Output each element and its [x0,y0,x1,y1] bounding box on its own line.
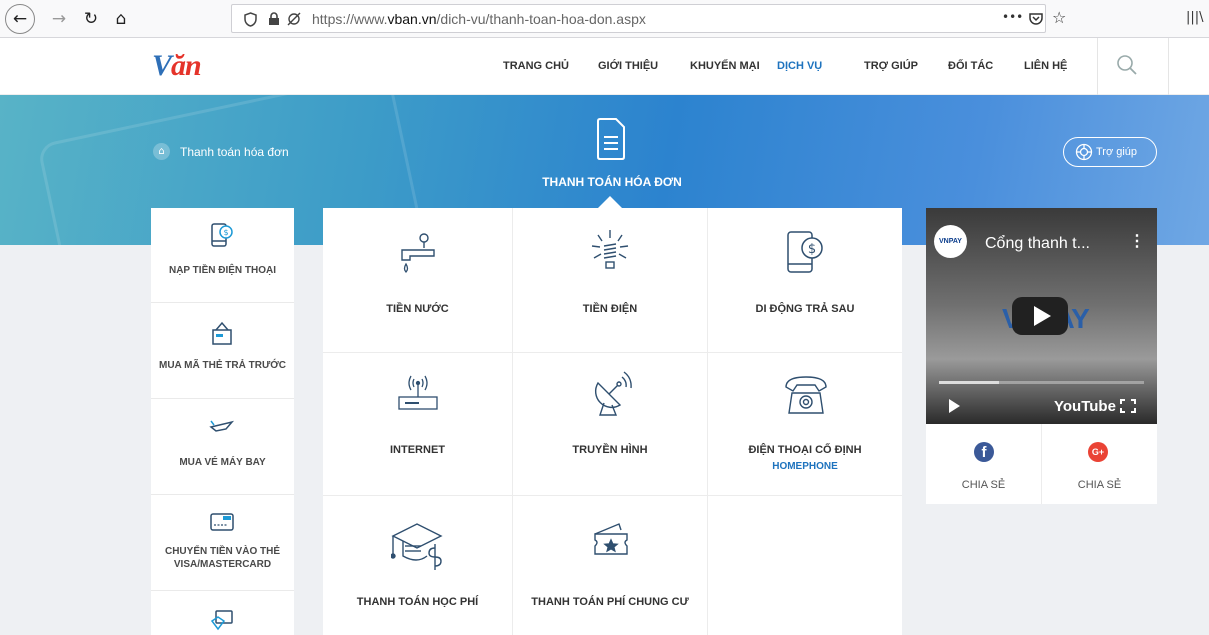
nav-trang-chu[interactable]: TRANG CHỦ [503,60,569,72]
telephone-icon [785,376,827,414]
shield-icon[interactable] [244,12,257,27]
graduation-cap-icon [391,523,443,570]
bookmark-star-icon[interactable]: ☆ [1052,8,1066,27]
service-truyen-hinh[interactable]: TRUYỀN HÌNH [513,353,708,496]
site-header: Văn TRANG CHỦ GIỚI THIỆU KHUYẾN MẠI DỊCH… [0,38,1209,95]
google-share-label[interactable]: CHIA SẺ [1042,479,1157,491]
satellite-dish-icon [594,371,632,416]
back-arrow-icon: ← [12,9,28,29]
water-tap-icon [401,233,435,273]
prepaid-card-icon [212,321,232,345]
divider [1097,38,1098,95]
pocket-icon[interactable] [1028,11,1044,27]
video-title[interactable]: Cổng thanh t... [985,235,1090,253]
url-path: /dich-vu/thanh-toan-hoa-don.aspx [436,11,646,27]
nav-gioi-thieu[interactable]: GIỚI THIỆU [598,60,658,72]
service-internet[interactable]: INTERNET [323,353,513,496]
menu-item-chuyen-tien-visa[interactable]: CHUYỂN TIỀN VÀO THẺ VISA/MASTERCARD [151,495,294,591]
tracking-protection-icon[interactable] [286,11,302,27]
help-label: Trợ giúp [1096,146,1138,158]
nav-dich-vu[interactable]: DỊCH VỤ [777,60,822,72]
menu-item-card-payment[interactable] [151,591,294,635]
menu-item-mua-ma-the[interactable]: MUA MÃ THẺ TRẢ TRƯỚC [151,303,294,399]
document-icon [597,118,625,160]
more-options-icon[interactable]: ⋮ [1129,231,1145,251]
browser-toolbar: ← → ↻ ⌂ https://www.vban.vn/dich-vu/than… [0,0,1209,38]
divider [1041,424,1042,504]
service-tien-dien[interactable]: TIỀN ĐIỆN [513,208,708,353]
active-tab-pointer [598,196,622,208]
router-icon [398,375,438,410]
visa-card-icon [210,513,234,531]
facebook-icon[interactable]: f [974,442,994,462]
service-hoc-phi[interactable]: THANH TOÁN HỌC PHÍ [323,496,513,635]
service-label: TIỀN ĐIỆN [582,303,638,315]
fullscreen-icon[interactable] [1120,399,1136,413]
play-icon [1034,306,1051,326]
lifebuoy-icon [1075,143,1093,161]
video-progress-fill [939,381,999,384]
service-grid: TIỀN NƯỚC TIỀN ĐIỆN $ DI ĐỘNG TRẢ SAU IN… [323,208,902,635]
menu-item-ve-may-bay[interactable]: MUA VÉ MÁY BAY [151,399,294,495]
airplane-icon [209,420,235,432]
nav-tro-giup[interactable]: TRỢ GIÚP [864,60,918,72]
menu-label: MUA MÃ THẺ TRẢ TRƯỚC [159,360,286,371]
svg-text:$: $ [808,242,816,257]
light-bulb-icon [591,230,629,269]
service-sublabel: HOMEPHONE [772,461,838,472]
page-title: THANH TOÁN HÓA ĐƠN [542,175,682,189]
svg-text:$: $ [223,228,228,237]
service-label: INTERNET [390,444,445,456]
phone-dollar-icon: $ [211,223,233,247]
page-actions-icon[interactable]: ••• [1002,10,1023,24]
home-breadcrumb-icon[interactable]: ⌂ [153,143,170,160]
search-icon[interactable] [1114,52,1140,78]
youtube-video-player[interactable]: VNPAY Cổng thanh t... ⋮ VNPAY YouTube [926,208,1157,424]
menu-label: MUA VÉ MÁY BAY [179,457,266,468]
left-service-menu: $ NẠP TIỀN ĐIỆN THOẠI MUA MÃ THẺ TRẢ TRƯ… [151,208,294,635]
menu-item-nap-tien[interactable]: $ NẠP TIỀN ĐIỆN THOẠI [151,208,294,303]
back-button[interactable]: ← [5,4,35,34]
service-phi-chung-cu[interactable]: THANH TOÁN PHÍ CHUNG CƯ [513,496,708,635]
breadcrumb[interactable]: Thanh toán hóa đơn [180,145,289,159]
home-button[interactable]: ⌂ [106,4,136,34]
channel-avatar[interactable]: VNPAY [934,225,967,258]
forward-button[interactable]: → [44,4,74,34]
service-dien-thoai-co-dinh[interactable]: ĐIỆN THOẠI CỐ ĐỊNH HOMEPHONE [708,353,902,496]
facebook-share-label[interactable]: CHIA SẺ [926,479,1041,491]
service-label: THANH TOÁN PHÍ CHUNG CƯ [531,596,689,608]
menu-label: NẠP TIỀN ĐIỆN THOẠI [168,265,277,276]
service-label: ĐIỆN THOẠI CỐ ĐỊNH [748,444,862,456]
small-play-icon[interactable] [949,399,960,413]
share-panel: f G+ CHIA SẺ CHIA SẺ [926,424,1157,504]
url-text[interactable]: https://www.vban.vn/dich-vu/thanh-toan-h… [312,11,646,27]
reload-icon: ↻ [83,9,99,29]
service-label: DI ĐỘNG TRẢ SAU [755,303,855,315]
card-payment-icon [210,610,233,631]
home-icon: ⌂ [115,9,127,29]
menu-label: CHUYỂN TIỀN VÀO THẺ VISA/MASTERCARD [164,546,280,570]
url-prefix: https://www. [312,11,388,27]
address-bar[interactable]: https://www.vban.vn/dich-vu/thanh-toan-h… [231,4,1046,33]
service-label: TIỀN NƯỚC [386,303,449,315]
google-plus-icon[interactable]: G+ [1088,442,1108,462]
lock-icon[interactable] [268,12,280,26]
divider [1168,38,1169,95]
nav-doi-tac[interactable]: ĐỐI TÁC [948,60,993,72]
url-domain: vban.vn [387,11,437,27]
nav-lien-he[interactable]: LIÊN HỆ [1024,60,1067,72]
service-di-dong-tra-sau[interactable]: $ DI ĐỘNG TRẢ SAU [708,208,902,353]
service-tien-nuoc[interactable]: TIỀN NƯỚC [323,208,513,353]
forward-arrow-icon: → [51,9,67,29]
ticket-star-icon [594,523,628,555]
service-label: THANH TOÁN HỌC PHÍ [356,596,479,608]
library-icon[interactable]: |||\ [1186,10,1204,25]
nav-khuyen-mai[interactable]: KHUYẾN MẠI [690,60,760,72]
youtube-logo[interactable]: YouTube [1054,398,1116,415]
reload-button[interactable]: ↻ [76,4,106,34]
mobile-dollar-icon: $ [787,231,823,273]
service-label: TRUYỀN HÌNH [572,444,648,456]
vban-logo[interactable]: Văn [152,49,202,83]
